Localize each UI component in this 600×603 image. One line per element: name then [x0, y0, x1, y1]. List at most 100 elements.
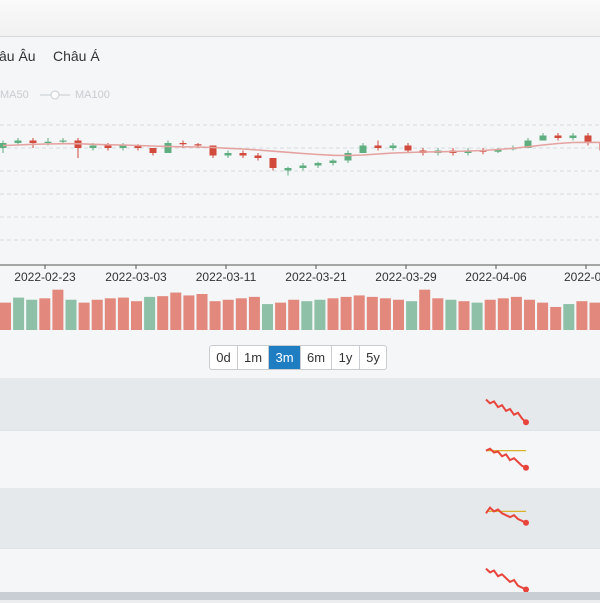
candlestick-series [0, 133, 600, 181]
volume-bar [367, 297, 378, 330]
candle-body [240, 153, 247, 156]
volume-bar [393, 300, 404, 330]
candle-body [60, 141, 67, 142]
volume-bar [249, 297, 260, 330]
candle-body [315, 163, 322, 166]
candle-body [105, 146, 112, 149]
volume-bar [210, 301, 221, 330]
volume-bar [183, 295, 194, 330]
chart-gridlines [0, 125, 600, 240]
candle-body [45, 142, 52, 143]
candle-body [300, 166, 307, 169]
range-selector: 0d 1m 3m 6m 1y 5y [209, 345, 387, 370]
volume-bar [275, 303, 286, 330]
volume-bar [432, 298, 443, 330]
legend-ma50[interactable]: MA50 [0, 89, 29, 101]
volume-bar [262, 304, 273, 330]
range-0d-button[interactable]: 0d [210, 346, 238, 369]
window-titlebar [0, 0, 600, 37]
sparkline-endpoint [523, 520, 529, 526]
volume-bar [39, 298, 50, 330]
volume-bar [131, 301, 142, 330]
x-tick-label: 2022-03-03 [105, 270, 167, 284]
x-tick-label: 2022-04-06 [465, 270, 527, 284]
volume-bar [197, 294, 208, 330]
volume-bar [288, 300, 299, 330]
candle-body [225, 153, 232, 156]
range-1y-button[interactable]: 1y [332, 346, 360, 369]
volume-bar [354, 295, 365, 330]
volume-bar [511, 297, 522, 330]
x-tick-label: 2022-03-29 [375, 270, 437, 284]
x-tick-label: 2022-02-23 [14, 270, 76, 284]
volume-bar [52, 290, 63, 330]
volume-bar [524, 300, 535, 330]
candle-body [375, 146, 382, 149]
table-row-1[interactable] [0, 378, 600, 430]
candle-body [15, 141, 22, 144]
volume-bar [576, 301, 587, 330]
sparkline-2 [480, 435, 540, 485]
candle-body [150, 148, 157, 153]
candle-body [255, 156, 262, 159]
volume-bar [472, 303, 483, 330]
x-axis-labels: 2022-02-232022-03-032022-03-112022-03-21… [14, 270, 600, 284]
table-row-2[interactable] [0, 430, 600, 489]
volume-bar [105, 298, 116, 330]
range-5y-button[interactable]: 5y [360, 346, 386, 369]
volume-bar [236, 298, 247, 330]
volume-bar [537, 303, 548, 330]
candle-body [330, 161, 337, 164]
candle-body [195, 144, 202, 145]
sparkline-3 [480, 492, 540, 542]
volume-bar [223, 300, 234, 330]
range-1m-button[interactable]: 1m [238, 346, 269, 369]
x-tick-label: 2022-03-21 [285, 270, 347, 284]
sparkline-endpoint [523, 465, 529, 471]
x-axis-ticks [45, 265, 586, 269]
volume-bar [419, 290, 430, 330]
candle-body [285, 168, 292, 171]
volume-bar [328, 298, 339, 330]
volume-bar [314, 300, 325, 330]
sparkline-path [486, 569, 526, 590]
bottom-scrollbar[interactable] [0, 592, 600, 600]
x-tick-label: 2022-04 [564, 270, 600, 284]
volume-bar [118, 298, 129, 330]
candle-body [390, 146, 397, 149]
candle-body [555, 136, 562, 139]
volume-bar [144, 297, 155, 330]
sparkline-path [486, 508, 526, 523]
sparkline-endpoint [523, 419, 529, 425]
volume-bar [445, 300, 456, 330]
range-6m-button[interactable]: 6m [301, 346, 332, 369]
volume-bar [563, 304, 574, 330]
volume-bar [459, 301, 470, 330]
volume-bar [485, 300, 496, 330]
candle-body [360, 146, 367, 154]
volume-bar [341, 297, 352, 330]
candle-body [270, 158, 277, 168]
legend-ma100[interactable]: MA100 [75, 89, 110, 101]
legend-ma100-marker[interactable] [40, 89, 70, 104]
volume-bar [157, 296, 168, 330]
range-3m-button[interactable]: 3m [269, 346, 301, 369]
tab-europe[interactable]: âu Âu [0, 48, 36, 64]
volume-bar [590, 303, 600, 330]
table-row-3[interactable] [0, 488, 600, 548]
sparkline-path [486, 400, 526, 423]
candle-body [345, 153, 352, 161]
candle-body [570, 136, 577, 139]
candle-body [30, 141, 37, 144]
tab-asia[interactable]: Châu Á [53, 48, 100, 64]
volume-bars [0, 290, 600, 330]
table-row-4[interactable] [0, 548, 600, 593]
candle-body [180, 143, 187, 144]
ma-line-icon [40, 89, 70, 101]
volume-bar [550, 307, 561, 330]
volume-bar [380, 298, 391, 330]
volume-bar [79, 303, 90, 330]
volume-bar [170, 293, 181, 330]
volume-bar [301, 301, 312, 330]
price-volume-chart[interactable]: 2022-02-232022-03-032022-03-112022-03-21… [0, 118, 600, 333]
